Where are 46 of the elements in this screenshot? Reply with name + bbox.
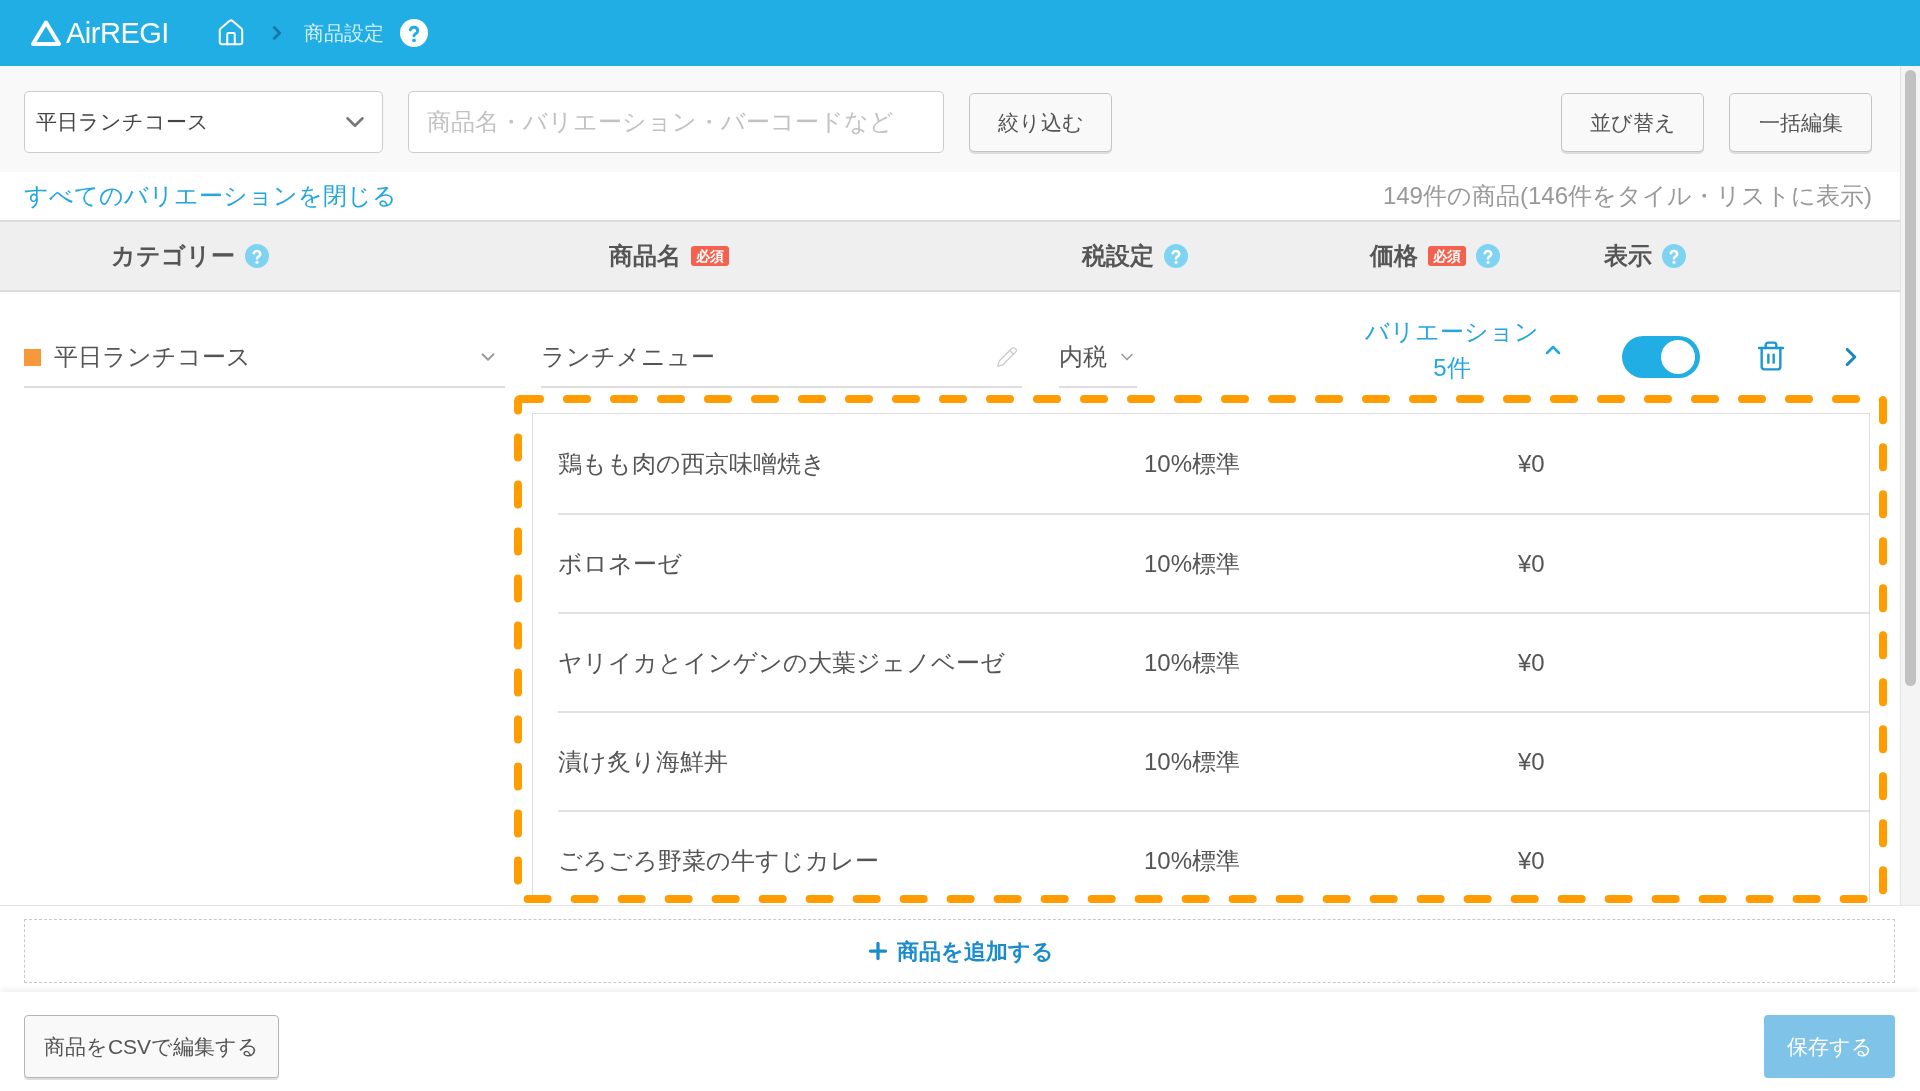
triangle-logo-icon	[30, 19, 62, 47]
tax-rate: 10%標準	[1144, 846, 1241, 874]
visibility-toggle[interactable]	[1622, 336, 1700, 378]
toolbar-button[interactable]: 並び替え	[1561, 93, 1704, 152]
tax-rate: 10%標準	[1144, 747, 1241, 775]
price: ¥0	[1518, 548, 1545, 579]
price: ¥0	[1518, 746, 1545, 777]
variation-name: ボロネーゼ	[558, 549, 682, 577]
product-name-field[interactable]: ランチメニュー	[541, 328, 1022, 388]
scrollbar-thumb[interactable]	[1905, 70, 1916, 686]
csv-edit-button[interactable]: 商品をCSVで編集する	[24, 1015, 279, 1078]
tax-dropdown[interactable]: 内税	[1059, 328, 1137, 388]
column-header: 表示	[1604, 241, 1652, 271]
logo-text: AirREGI	[66, 16, 169, 50]
category-select[interactable]: 平日ランチコース	[24, 91, 383, 153]
column-header: 商品名	[609, 241, 681, 271]
column-header: 税設定	[1082, 241, 1154, 271]
price: ¥0	[1518, 647, 1545, 678]
help-icon[interactable]	[245, 244, 269, 268]
required-badge: 必須	[1428, 246, 1466, 266]
help-icon[interactable]	[1164, 244, 1188, 268]
help-icon[interactable]	[1476, 244, 1500, 268]
column-header: カテゴリー	[111, 241, 235, 271]
variation-name: 鶏もも肉の西京味噌焼き	[558, 449, 826, 477]
filter-button[interactable]: 絞り込む	[969, 93, 1112, 152]
pencil-icon	[996, 346, 1018, 368]
tax-rate: 10%標準	[1144, 549, 1241, 577]
toolbar-button[interactable]: 一括編集	[1729, 93, 1872, 152]
tax-rate: 10%標準	[1144, 648, 1241, 676]
tax-rate: 10%標準	[1144, 449, 1241, 477]
category-dropdown[interactable]: 平日ランチコース	[24, 328, 505, 388]
required-badge: 必須	[691, 246, 729, 266]
help-icon[interactable]	[399, 19, 428, 47]
variation-name: 漬け炙り海鮮丼	[558, 747, 728, 775]
variation-name: ごろごろ野菜の牛すじカレー	[558, 846, 879, 874]
column-header: 価格	[1370, 241, 1418, 271]
search-field[interactable]: 商品名・バリエーション・バーコードなど	[408, 91, 944, 153]
variation-name: ヤリイカとインゲンの大葉ジェノベーゼ	[558, 648, 1005, 676]
price: ¥0	[1518, 448, 1545, 479]
help-icon[interactable]	[1662, 244, 1686, 268]
product-count: 149件の商品(146件をタイル・リストに表示)	[1382, 181, 1872, 211]
breadcrumb-current: 商品設定	[303, 21, 384, 46]
trash-icon[interactable]	[1755, 340, 1787, 372]
add-product-button[interactable]: 商品を追加する	[24, 919, 1895, 983]
price: ¥0	[1518, 845, 1545, 876]
scrollbar[interactable]	[1900, 66, 1920, 905]
